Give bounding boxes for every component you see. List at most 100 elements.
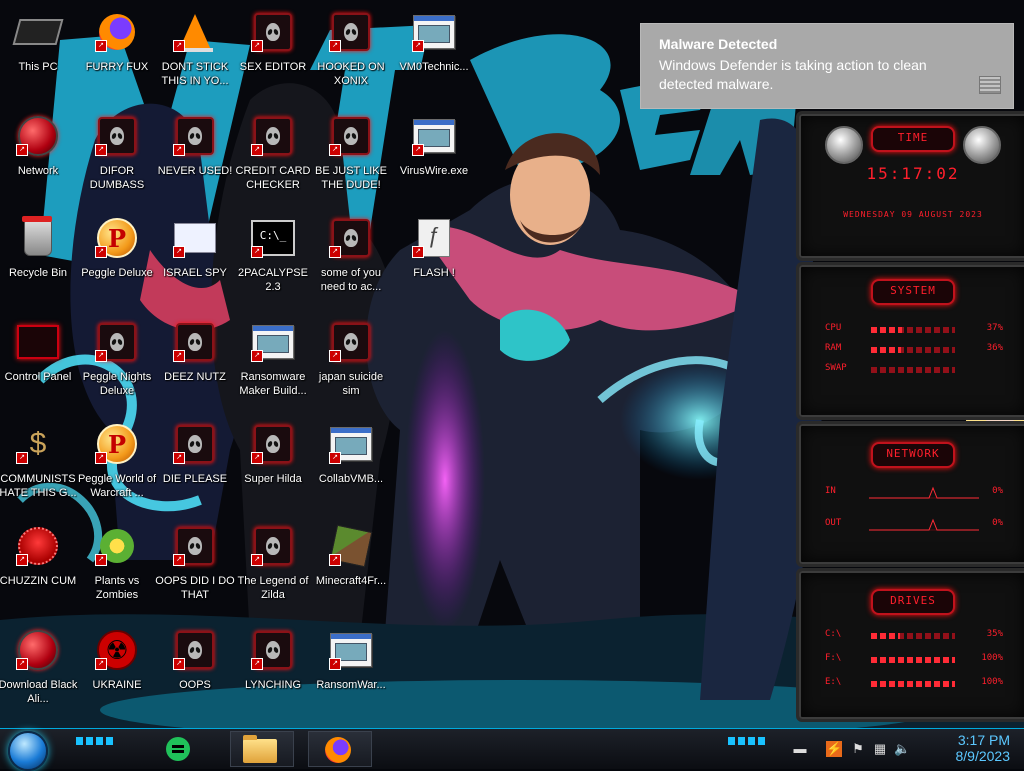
notification-grip-icon (979, 76, 1001, 94)
peggle-icon: P ↗ (95, 216, 139, 260)
tray-arrow-icon[interactable]: ▬ (792, 741, 808, 757)
command-prompt-icon: C:\_ ↗ (251, 216, 295, 260)
vlc-cone-icon: ↗ (173, 10, 217, 54)
alien-orb-icon (963, 126, 1001, 164)
desktop-icon[interactable]: ↗ Minecraft4Fr... (312, 524, 390, 624)
desktop-icon[interactable]: ↗ FLASH ! (395, 216, 473, 316)
desktop-icon[interactable]: ↗ VirusWire.exe (395, 114, 473, 214)
desktop-icon[interactable]: ↗ Download Black Ali... (0, 628, 77, 728)
shortcut-arrow-icon: ↗ (16, 144, 28, 156)
desktop-icon[interactable]: P ↗ Peggle Deluxe (78, 216, 156, 316)
desktop-icon[interactable]: ↗ LYNCHING (234, 628, 312, 728)
shortcut-arrow-icon: ↗ (329, 452, 341, 464)
desktop-icon[interactable]: ↗ RansomWar... (312, 628, 390, 728)
taskbar-app-explorer[interactable] (230, 731, 294, 767)
shortcut-arrow-icon: ↗ (329, 350, 341, 362)
desktop-icon[interactable]: ↗ OOPS DID I DO THAT (155, 524, 235, 624)
desktop-icon[interactable]: $ ↗ COMMUNISTS HATE THIS G... (0, 422, 77, 522)
desktop-icon[interactable]: ↗ Plants vs Zombies (78, 524, 156, 624)
desktop-icon-label: HOOKED ON XONIX (317, 61, 385, 87)
desktop-icon[interactable]: ↗ Network (0, 114, 77, 214)
time-gadget[interactable]: TIME 15:17:02 WEDNESDAY 09 AUGUST 2023 (796, 111, 1024, 261)
money-bag-icon: $ ↗ (16, 422, 60, 466)
shortcut-arrow-icon: ↗ (251, 658, 263, 670)
desktop-icon[interactable]: ↗ DEEZ NUTZ (156, 320, 234, 420)
desktop-icon[interactable]: Recycle Bin (0, 216, 77, 316)
shortcut-arrow-icon: ↗ (412, 246, 424, 258)
taskbar-app-firefox[interactable] (308, 731, 372, 767)
desktop-icon[interactable]: ↗ VM0Technic... (395, 10, 473, 110)
taskbar-clock[interactable]: 3:17 PM 8/9/2023 (956, 732, 1011, 764)
shortcut-arrow-icon: ↗ (173, 246, 185, 258)
shortcut-arrow-icon: ↗ (95, 350, 107, 362)
desktop-icon[interactable]: ↗ Ransomware Maker Build... (234, 320, 312, 420)
drive-row: E:\ 100% (825, 677, 1003, 691)
desktop-icon[interactable]: ↗ DIFOR DUMBASS (78, 114, 156, 214)
network-orb-icon: ↗ (16, 628, 60, 672)
desktop-icon-label: This PC (18, 61, 58, 73)
shortcut-arrow-icon: ↗ (16, 554, 28, 566)
desktop-icon[interactable]: ☢ ↗ UKRAINE (78, 628, 156, 728)
desktop-icon[interactable]: ↗ CHUZZIN CUM (0, 524, 77, 624)
desktop-icon[interactable]: P ↗ Peggle World of Warcraft ... (78, 422, 156, 522)
alien-orb-icon (825, 126, 863, 164)
alien-app-icon: ↗ (251, 10, 295, 54)
taskbar-decoration (76, 737, 116, 745)
desktop-icon-label: VirusWire.exe (399, 165, 469, 177)
exe-window-icon: ↗ (329, 422, 373, 466)
desktop-icon[interactable]: ↗ CollabVMB... (312, 422, 390, 522)
drive-row: C:\ 35% (825, 629, 1003, 643)
desktop-icon[interactable]: ↗ BE JUST LIKE THE DUDE! (312, 114, 390, 214)
malware-notification[interactable]: Malware Detected Windows Defender is tak… (640, 23, 1014, 109)
network-out-label: OUT (825, 518, 842, 528)
desktop-icon[interactable]: ↗ CREDIT CARD CHECKER (234, 114, 312, 214)
desktop-icon[interactable]: ↗ NEVER USED! (156, 114, 234, 214)
desktop-icon[interactable]: ↗ FURRY FUX (78, 10, 156, 110)
desktop-icon-label: DIE PLEASE (162, 473, 228, 485)
volume-icon[interactable]: 🔈 (894, 741, 910, 757)
gadget-date: WEDNESDAY 09 AUGUST 2023 (843, 210, 983, 219)
network-gadget[interactable]: NETWORK IN 0% OUT 0% (796, 421, 1024, 567)
desktop-icon[interactable]: C:\_ ↗ 2PACALYPSE 2.3 (234, 216, 312, 316)
desktop-icon-label: OOPS DID I DO THAT (155, 575, 235, 601)
tray-app-icon[interactable]: ⚡ (826, 741, 842, 757)
start-button[interactable] (8, 731, 48, 771)
system-track (871, 367, 955, 373)
desktop-icon[interactable]: ↗ HOOKED ON XONIX (312, 10, 390, 110)
drive-fill (871, 681, 955, 687)
alien-app-icon: ↗ (329, 320, 373, 364)
desktop-icon-label: Control Panel (4, 371, 72, 383)
drive-value: 35% (986, 629, 1003, 639)
desktop-icon-label: Plants vs Zombies (94, 575, 140, 601)
network-tray-icon[interactable]: ▦ (872, 741, 888, 757)
shortcut-arrow-icon: ↗ (329, 246, 341, 258)
drives-gadget[interactable]: DRIVES C:\ 35% F:\ 100% E:\ 100% (796, 568, 1024, 722)
desktop-icon[interactable]: ↗ ISRAEL SPY (156, 216, 234, 316)
clock-date: 8/9/2023 (955, 748, 1011, 764)
exe-window-icon: ↗ (251, 320, 295, 364)
desktop-icon-label: Download Black Ali... (0, 679, 78, 705)
desktop-icon[interactable]: This PC (0, 10, 77, 110)
desktop-icon[interactable]: ↗ DIE PLEASE (156, 422, 234, 522)
network-orb-icon: ↗ (16, 114, 60, 158)
action-center-flag-icon[interactable]: ⚑ (850, 741, 866, 757)
desktop-icon-label: RansomWar... (316, 679, 386, 691)
taskbar-app-green[interactable] (150, 731, 214, 767)
desktop-icon[interactable]: ↗ SEX EDITOR (234, 10, 312, 110)
desktop-icon-label: FLASH ! (413, 267, 455, 279)
file-explorer-icon (243, 735, 277, 763)
desktop-icon[interactable]: ↗ Peggle Nights Deluxe (78, 320, 156, 420)
desktop-icon[interactable]: ↗ Super Hilda (234, 422, 312, 522)
system-gadget[interactable]: SYSTEM CPU 37% RAM 36% SWAP (796, 262, 1024, 420)
desktop-icon-label: BE JUST LIKE THE DUDE! (315, 165, 387, 191)
desktop-icon[interactable]: ↗ japan suicide sim (312, 320, 390, 420)
exe-window-icon: ↗ (412, 114, 456, 158)
desktop-icon[interactable]: ↗ some of you need to ac... (312, 216, 390, 316)
desktop-icon[interactable]: ↗ DONT STICK THIS IN YO... (156, 10, 234, 110)
desktop-icon[interactable]: ↗ The Legend of Zilda (234, 524, 312, 624)
shortcut-arrow-icon: ↗ (412, 40, 424, 52)
desktop-icon[interactable]: ↗ OOPS (156, 628, 234, 728)
system-label: SWAP (825, 363, 847, 373)
desktop-icon[interactable]: Control Panel (0, 320, 77, 420)
desktop-icon-label: Peggle World of Warcraft ... (77, 473, 157, 499)
